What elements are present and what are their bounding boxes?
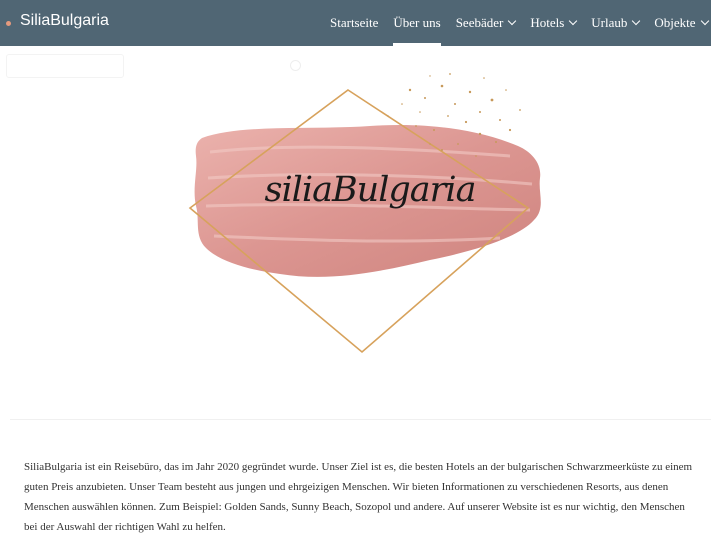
top-navbar: SiliaBulgaria Startseite Über uns Seebäd… bbox=[0, 0, 711, 46]
menu-item-label: Objekte bbox=[654, 15, 696, 30]
menu-item-ueber-uns[interactable]: Über uns bbox=[393, 0, 441, 46]
faded-select-box bbox=[6, 54, 124, 78]
menu-item-startseite[interactable]: Startseite bbox=[330, 0, 378, 46]
chevron-down-icon bbox=[632, 16, 641, 26]
menu-item-hotels[interactable]: Hotels bbox=[530, 0, 578, 46]
logo-text: siliaBulgaria bbox=[264, 170, 477, 210]
menu-item-urlaub[interactable]: Urlaub bbox=[591, 0, 641, 46]
hero-logo: siliaBulgaria bbox=[180, 60, 560, 360]
menu-item-label: Über uns bbox=[393, 15, 441, 30]
menu-item-seebaeder[interactable]: Seebäder bbox=[455, 0, 517, 46]
section-divider bbox=[10, 419, 711, 420]
brand-dot-icon bbox=[6, 21, 11, 26]
brand-name[interactable]: SiliaBulgaria bbox=[20, 12, 109, 30]
menu-item-label: Hotels bbox=[530, 15, 565, 30]
menu-item-label: Seebäder bbox=[455, 15, 504, 30]
chevron-down-icon bbox=[569, 16, 578, 26]
menu-item-label: Startseite bbox=[330, 15, 379, 30]
about-description: SiliaBulgaria ist ein Reisebüro, das im … bbox=[24, 461, 693, 533]
chevron-down-icon bbox=[700, 16, 709, 26]
logo-artwork bbox=[188, 73, 541, 354]
main-menu: Startseite Über uns Seebäder Hotels Urla… bbox=[330, 0, 711, 46]
menu-item-label: Urlaub bbox=[591, 15, 628, 30]
menu-item-objekte[interactable]: Objekte bbox=[654, 0, 709, 46]
chevron-down-icon bbox=[508, 16, 517, 26]
